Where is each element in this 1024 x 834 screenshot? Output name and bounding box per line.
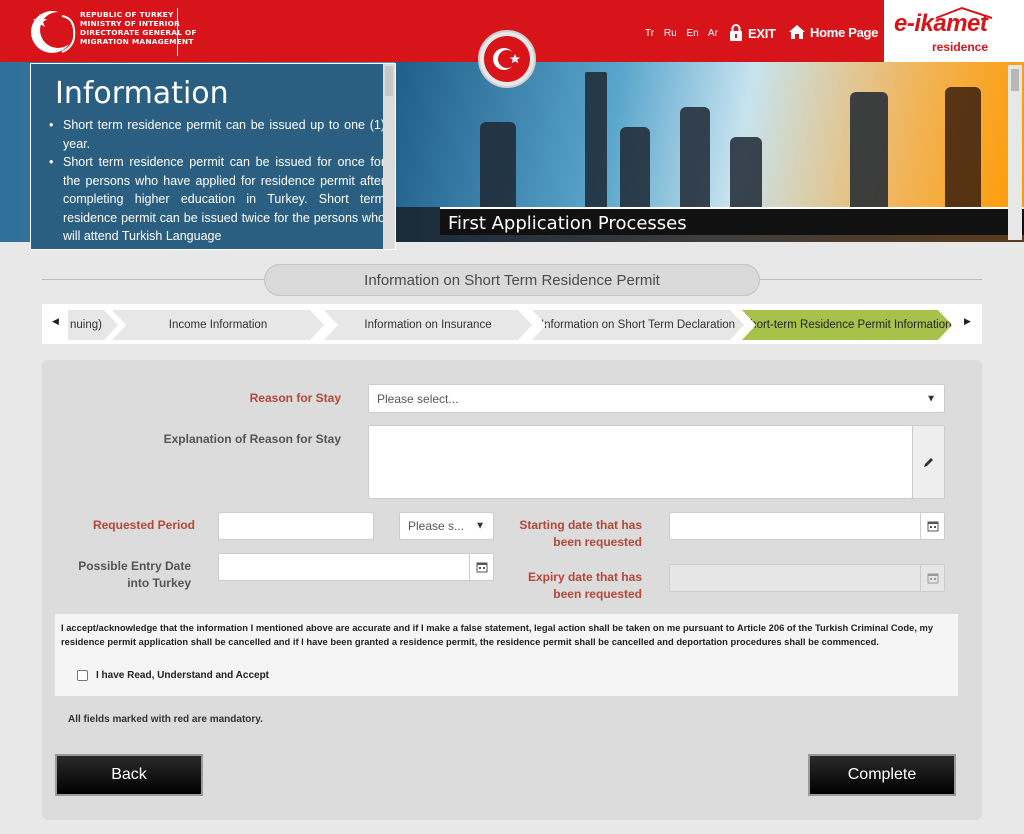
- entry-date-label-line: Possible Entry Date: [78, 559, 191, 573]
- entry-date-label-line: into Turkey: [127, 576, 191, 590]
- requested-period-input[interactable]: [218, 512, 374, 540]
- calendar-icon[interactable]: [920, 513, 944, 539]
- ministry-line-1: REPUBLIC OF TURKEY: [80, 10, 174, 19]
- entry-date-label: Possible Entry Date into Turkey: [60, 558, 191, 592]
- exit-label: EXIT: [748, 25, 776, 41]
- consent-text: I accept/acknowledge that the informatio…: [61, 622, 934, 647]
- home-page-label: Home Page: [810, 24, 879, 40]
- page-scroll-thumb[interactable]: [1011, 69, 1019, 91]
- lock-icon: [730, 24, 742, 41]
- ministry-line-4: MIGRATION MANAGEMENT: [80, 37, 194, 46]
- steps-next-icon[interactable]: ▶: [964, 316, 971, 327]
- lang-ar[interactable]: Ar: [708, 28, 718, 39]
- turkish-flag-emblem: [478, 30, 536, 88]
- lang-ru[interactable]: Ru: [664, 28, 677, 39]
- person-silhouette: [730, 137, 762, 207]
- step-information-on-insurance[interactable]: Information on Insurance: [324, 310, 532, 340]
- information-panel: Information Short term residence permit …: [30, 63, 396, 250]
- back-button[interactable]: Back: [55, 754, 203, 796]
- lang-en[interactable]: En: [686, 28, 698, 39]
- page-scrollbar[interactable]: [1008, 65, 1022, 240]
- reason-for-stay-select[interactable]: Please select... ▼: [368, 384, 945, 413]
- step-item[interactable]: nuing): [68, 310, 118, 340]
- information-list: Short term residence permit can be issue…: [45, 116, 385, 246]
- lang-tr[interactable]: Tr: [645, 28, 654, 39]
- process-title: First Application Processes: [448, 213, 687, 234]
- edit-explanation-button[interactable]: [912, 425, 945, 499]
- information-scrollbar[interactable]: [383, 64, 395, 249]
- mandatory-note: All fields marked with red are mandatory…: [68, 714, 263, 725]
- information-item: Short term residence permit can be issue…: [45, 153, 385, 246]
- person-silhouette: [680, 107, 710, 207]
- tower-silhouette: [585, 72, 607, 212]
- ministry-name: REPUBLIC OF TURKEY MINISTRY OF INTERIOR …: [80, 10, 197, 46]
- wizard-steps: ◀ nuing) Income Information Information …: [42, 304, 982, 344]
- language-switcher: Tr Ru En Ar: [645, 28, 725, 39]
- reason-for-stay-value: Please select...: [377, 391, 459, 406]
- pencil-icon: [923, 458, 933, 467]
- brand-main-text: e-ikamet: [894, 10, 988, 37]
- ministry-line-2: MINISTRY OF INTERIOR: [80, 19, 180, 28]
- person-silhouette: [945, 87, 981, 207]
- information-title: Information: [55, 76, 229, 111]
- expiry-date-label: Expiry date that has been requested: [480, 569, 642, 603]
- accept-checkbox[interactable]: [77, 670, 88, 681]
- expiry-date-input: [669, 564, 945, 592]
- section-title: Information on Short Term Residence Perm…: [264, 264, 760, 296]
- expiry-date-label-line: been requested: [553, 587, 642, 601]
- accept-checkbox-label[interactable]: I have Read, Understand and Accept: [96, 670, 269, 681]
- explanation-textarea[interactable]: [368, 425, 913, 499]
- reason-for-stay-label: Reason for Stay: [249, 391, 341, 405]
- e-ikamet-logo[interactable]: e-ikamet residence: [884, 0, 1024, 62]
- step-income-information[interactable]: Income Information: [112, 310, 324, 340]
- period-unit-value: Please s...: [408, 519, 465, 533]
- person-silhouette: [480, 122, 516, 207]
- person-silhouette: [850, 92, 888, 207]
- entry-date-input[interactable]: [218, 553, 494, 581]
- information-scroll-thumb[interactable]: [385, 66, 393, 96]
- starting-date-label-line: Starting date that has: [519, 518, 642, 532]
- process-title-bar: First Application Processes: [440, 207, 1024, 235]
- chevron-down-icon: ▼: [926, 393, 936, 404]
- steps-prev-icon[interactable]: ◀: [52, 316, 59, 327]
- consent-box: I accept/acknowledge that the informatio…: [55, 614, 958, 696]
- crescent-star-icon: [493, 48, 520, 70]
- starting-date-label: Starting date that has been requested: [480, 517, 642, 551]
- complete-button[interactable]: Complete: [808, 754, 956, 796]
- home-icon: [789, 25, 805, 39]
- information-item: Short term residence permit can be issue…: [45, 116, 385, 153]
- exit-button[interactable]: EXIT: [728, 24, 776, 42]
- step-short-term-permit-information[interactable]: Short-term Residence Permit Information: [742, 310, 952, 340]
- starting-date-input[interactable]: [669, 512, 945, 540]
- step-short-term-declaration[interactable]: Information on Short Term Declaration: [532, 310, 744, 340]
- brand-sub-text: residence: [932, 40, 989, 54]
- calendar-icon: [920, 565, 944, 591]
- accept-checkbox-row[interactable]: I have Read, Understand and Accept: [77, 670, 269, 681]
- expiry-date-label-line: Expiry date that has: [527, 570, 642, 584]
- requested-period-label: Requested Period: [92, 518, 195, 532]
- person-silhouette: [620, 127, 650, 207]
- starting-date-label-line: been requested: [553, 535, 642, 549]
- home-page-link[interactable]: Home Page: [788, 24, 878, 40]
- ministry-line-3: DIRECTORATE GENERAL OF: [80, 28, 197, 37]
- explanation-label: Explanation of Reason for Stay: [163, 432, 341, 446]
